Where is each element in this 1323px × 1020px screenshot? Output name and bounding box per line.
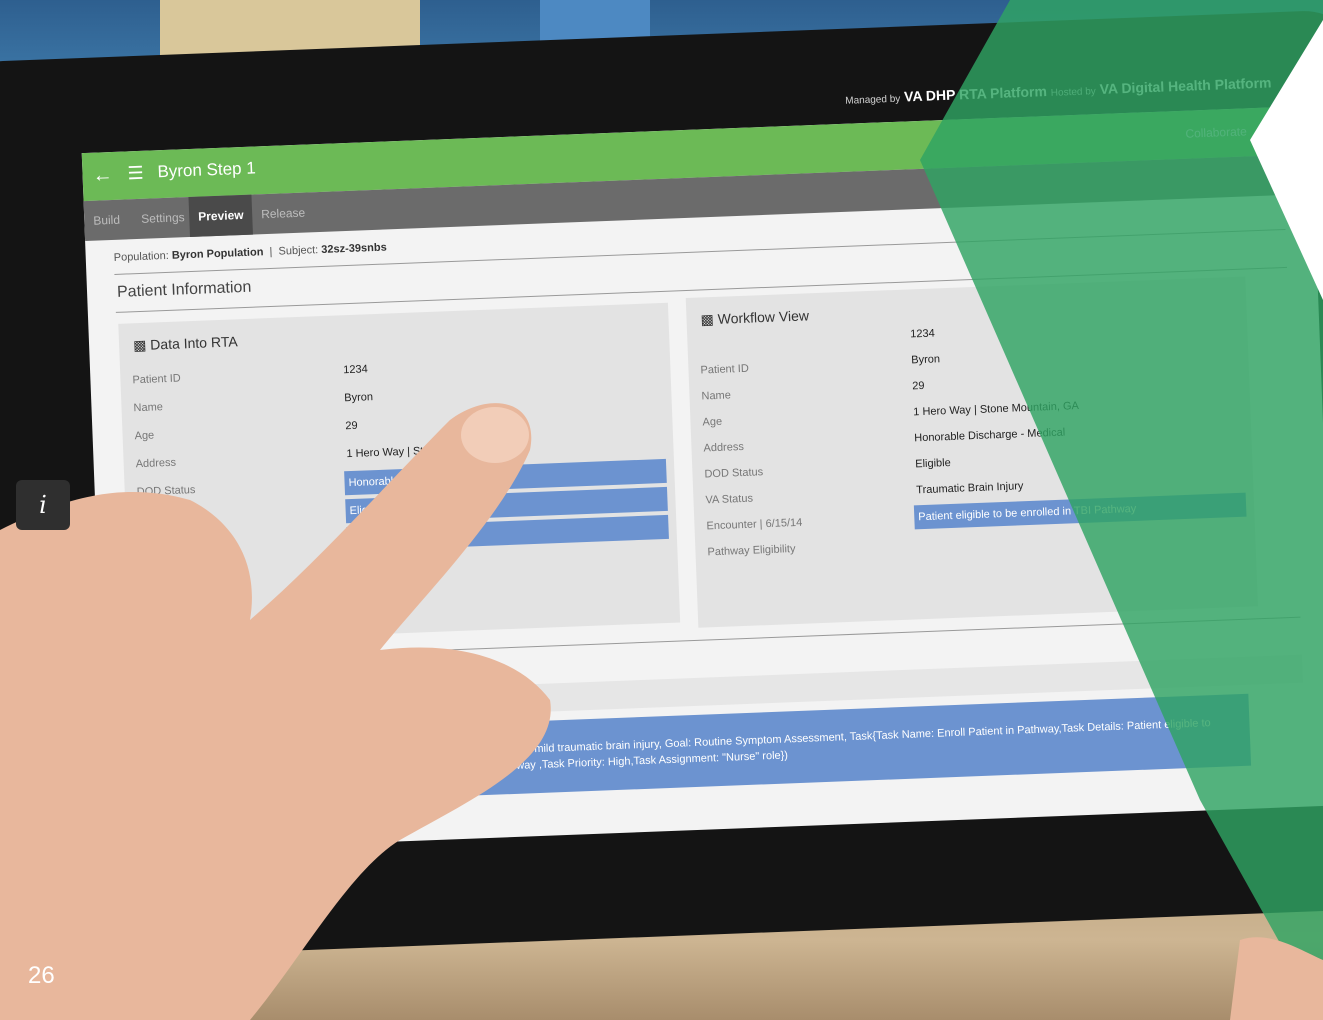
data-into-rta-panel: ▩ Data Into RTA Patient ID 1234 Name Byron…	[118, 302, 681, 644]
population-subject-line: Population: Byron Population | Subject: …	[114, 241, 387, 263]
row-label: way El	[230, 701, 267, 717]
population-label: Population:	[113, 249, 170, 264]
back-arrow-icon[interactable]: ←	[92, 164, 113, 188]
hosted-by-prefix: Hosted by	[1050, 86, 1097, 99]
row-label: Patient ID	[700, 362, 750, 377]
row-label: Address	[135, 456, 177, 471]
row-value: Eligible	[915, 456, 951, 471]
row-label: Name	[133, 401, 164, 415]
gear-icon[interactable]: ⚙	[1288, 162, 1301, 179]
row-label: DOD Status	[136, 483, 196, 499]
page-number: 26	[28, 962, 55, 989]
row-value: 29	[912, 379, 925, 393]
bar-chart-icon: ▩	[700, 310, 715, 328]
row-value: Byron	[911, 353, 941, 367]
row-value: 1 Hero Way | Stone Mount	[346, 443, 476, 461]
recommendation-label: Recommendation	[403, 707, 497, 724]
managed-by-banner: Managed by VA DHP RTA Platform Hosted by…	[845, 74, 1272, 106]
subject-label: Subject:	[278, 244, 319, 258]
row-label: Name	[701, 389, 732, 403]
row-value: 1 Hero Way | Stone Mountain, GA	[913, 400, 1080, 419]
row-label: Pathway Eligibility	[707, 543, 796, 559]
tab-settings[interactable]: Settings	[132, 197, 195, 239]
population-value: Byron Population	[171, 246, 264, 262]
open-button[interactable]: Op	[1261, 113, 1313, 144]
row-value: 1234	[343, 363, 368, 377]
section-title-patient-information: Patient Information	[116, 278, 252, 301]
row-label: Encounter |	[138, 540, 196, 555]
panel-title: Workflow View	[717, 307, 810, 327]
collaborate-link[interactable]: Collaborate	[1185, 124, 1247, 140]
row-label: VA Status	[705, 492, 754, 507]
row-label: Encounter | 6/15/14	[706, 516, 803, 533]
row-label: Address	[703, 440, 745, 455]
panel-title: Data Into RTA	[149, 333, 238, 353]
tab-build[interactable]: Build	[84, 199, 130, 241]
row-value: Byron	[344, 391, 374, 405]
row-value: Honorable Discharge - Medical	[914, 426, 1066, 445]
subject-value: 32sz-39snbs	[321, 241, 387, 256]
hosted-by-value: VA Digital Health Platform	[1099, 74, 1272, 97]
row-label: Age	[702, 415, 723, 429]
section-title-fragment: ation	[241, 666, 275, 685]
hamburger-menu-icon[interactable]: ☰	[127, 163, 144, 185]
tablet-screen: ← ☰ Byron Step 1 Collaborate Op Build Se…	[81, 105, 1323, 853]
italic-i-icon: i	[16, 480, 70, 530]
row-label: DOD Status	[704, 466, 764, 481]
managed-by-prefix: Managed by	[845, 93, 901, 107]
tab-release[interactable]: Release	[251, 192, 315, 234]
row-label: VA Status	[137, 512, 186, 527]
row-value: Traumatic Brain Injury	[916, 480, 1024, 497]
workflow-view-panel: ▩ Workflow View 1234 Patient ID Byron Nam…	[685, 276, 1258, 628]
row-label: Age	[134, 429, 155, 443]
from-fragment: om	[357, 772, 374, 785]
row-value: 29	[345, 419, 358, 433]
row-value: 1234	[910, 327, 935, 341]
managed-by-value: VA DHP RTA Platform	[903, 83, 1048, 105]
tablet-device: ← ☰ Byron Step 1 Collaborate Op Build Se…	[0, 8, 1323, 963]
page-title: Byron Step 1	[157, 158, 257, 182]
tab-preview[interactable]: Preview	[188, 194, 254, 238]
row-label: Patient ID	[132, 372, 181, 387]
separator: |	[269, 245, 273, 258]
bar-chart-icon: ▩	[132, 336, 147, 354]
